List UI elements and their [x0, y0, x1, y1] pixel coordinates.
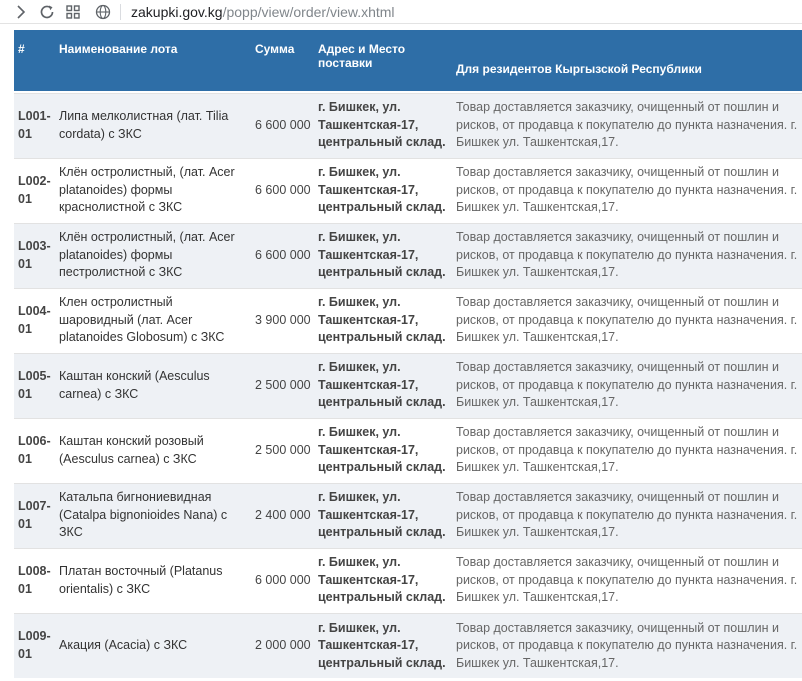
url-path: /popp/view/order/view.xhtml	[222, 3, 395, 20]
lot-residents-terms: Товар доставляется заказчику, очищенный …	[452, 482, 802, 548]
chevron-right-icon	[17, 4, 26, 19]
table-row: L001-01 Липа мелколистная (лат. Tilia cor…	[14, 92, 802, 158]
lot-number: L003-01	[14, 222, 55, 288]
header-lot-name: Наименование лота	[59, 42, 178, 56]
lot-number: L004-01	[14, 287, 55, 353]
lot-sum: 6 000 000	[251, 547, 314, 613]
lot-address: г. Бишкек, ул. Ташкентская-17, центральн…	[314, 482, 452, 548]
lot-address: г. Бишкек, ул. Ташкентская-17, центральн…	[314, 92, 452, 158]
lot-name: Каштан конский (Aesculus carnea) с ЗКС	[55, 352, 251, 418]
lot-name: Катальпа бигнониевидная (Catalpa bignoni…	[55, 482, 251, 548]
reload-icon	[40, 5, 54, 18]
lot-address: г. Бишкек, ул. Ташкентская-17, центральн…	[314, 547, 452, 613]
lot-sum: 2 000 000	[251, 612, 314, 678]
apps-button[interactable]	[60, 1, 86, 23]
lot-number: L006-01	[14, 417, 55, 483]
lot-sum: 6 600 000	[251, 92, 314, 158]
lot-residents-terms: Товар доставляется заказчику, очищенный …	[452, 612, 802, 678]
header-address: Адрес и Место поставки	[318, 42, 406, 70]
url-text[interactable]: zakupki.gov.kg/popp/view/order/view.xhtm…	[131, 4, 395, 20]
lot-residents-terms: Товар доставляется заказчику, очищенный …	[452, 352, 802, 418]
forward-button[interactable]	[8, 1, 34, 23]
header-num: #	[18, 42, 25, 56]
globe-icon	[94, 3, 112, 21]
table-row: L006-01 Каштан конский розовый (Aesculus …	[14, 417, 802, 483]
lot-name: Липа мелколистная (лат. Tilia cordata) с…	[55, 92, 251, 158]
header-residents: Для резидентов Кыргызской Республики	[456, 62, 702, 76]
lot-sum: 2 500 000	[251, 352, 314, 418]
reload-button[interactable]	[34, 1, 60, 23]
url-divider	[120, 3, 121, 20]
url-host: zakupki.gov.kg	[131, 3, 223, 20]
table-row: L009-01 Акация (Acacia) с ЗКС 2 000 000 г. …	[14, 612, 802, 678]
lot-number: L009-01	[14, 612, 55, 678]
lot-name: Клён остролистный, (лат. Acer platanoide…	[55, 157, 251, 223]
lot-residents-terms: Товар доставляется заказчику, очищенный …	[452, 157, 802, 223]
table-row: L003-01 Клён остролистный, (лат. Acer pla…	[14, 222, 802, 288]
lot-name: Каштан конский розовый (Aesculus carnea)…	[55, 417, 251, 483]
lot-name: Платан восточный (Platanus orientalis) с…	[55, 547, 251, 613]
header-sum: Сумма	[255, 42, 295, 56]
lot-sum: 6 600 000	[251, 157, 314, 223]
lot-number: L007-01	[14, 482, 55, 548]
lot-address: г. Бишкек, ул. Ташкентская-17, центральн…	[314, 287, 452, 353]
lot-address: г. Бишкек, ул. Ташкентская-17, центральн…	[314, 612, 452, 678]
grid-icon	[66, 4, 80, 19]
lot-sum: 3 900 000	[251, 287, 314, 353]
lot-residents-terms: Товар доставляется заказчику, очищенный …	[452, 222, 802, 288]
address-bar[interactable]: zakupki.gov.kg/popp/view/order/view.xhtm…	[94, 1, 395, 23]
lots-table-container: # Наименование лота Сумма Адрес и Место …	[14, 30, 802, 678]
lot-number: L002-01	[14, 157, 55, 223]
lot-residents-terms: Товар доставляется заказчику, очищенный …	[452, 287, 802, 353]
lot-residents-terms: Товар доставляется заказчику, очищенный …	[452, 417, 802, 483]
lots-table: # Наименование лота Сумма Адрес и Место …	[14, 30, 802, 678]
lot-sum: 2 500 000	[251, 417, 314, 483]
lot-address: г. Бишкек, ул. Ташкентская-17, центральн…	[314, 222, 452, 288]
lot-name: Акация (Acacia) с ЗКС	[55, 612, 251, 678]
table-row: L004-01 Клен остролистный шаровидный (лат…	[14, 287, 802, 353]
table-header-row: # Наименование лота Сумма Адрес и Место …	[14, 30, 802, 91]
lot-number: L005-01	[14, 352, 55, 418]
lot-residents-terms: Товар доставляется заказчику, очищенный …	[452, 92, 802, 158]
lot-name: Клён остролистный, (лат. Acer platanoide…	[55, 222, 251, 288]
lot-residents-terms: Товар доставляется заказчику, очищенный …	[452, 547, 802, 613]
table-row: L008-01 Платан восточный (Platanus orient…	[14, 547, 802, 613]
lot-sum: 6 600 000	[251, 222, 314, 288]
lot-sum: 2 400 000	[251, 482, 314, 548]
lot-number: L001-01	[14, 92, 55, 158]
lot-name: Клен остролистный шаровидный (лат. Acer …	[55, 287, 251, 353]
lot-address: г. Бишкек, ул. Ташкентская-17, центральн…	[314, 157, 452, 223]
lot-address: г. Бишкек, ул. Ташкентская-17, центральн…	[314, 352, 452, 418]
table-row: L005-01 Каштан конский (Aesculus carnea) …	[14, 352, 802, 418]
table-row: L007-01 Катальпа бигнониевидная (Catalpa …	[14, 482, 802, 548]
browser-toolbar: zakupki.gov.kg/popp/view/order/view.xhtm…	[0, 0, 802, 24]
table-row: L002-01 Клён остролистный, (лат. Acer pla…	[14, 157, 802, 223]
lot-address: г. Бишкек, ул. Ташкентская-17, центральн…	[314, 417, 452, 483]
lot-number: L008-01	[14, 547, 55, 613]
